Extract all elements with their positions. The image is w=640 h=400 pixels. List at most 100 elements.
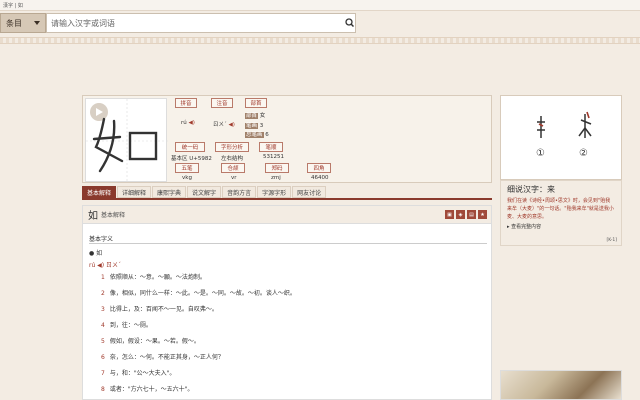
story-page: [K-1] bbox=[606, 238, 617, 243]
pinyin-button-label: 拼音 bbox=[180, 101, 192, 107]
unicode-value: 基本区 U+5982 bbox=[171, 156, 212, 162]
sijiao-value: 46400 bbox=[311, 175, 329, 181]
copy-icon[interactable]: ▣ bbox=[445, 210, 454, 219]
stroke-label-1: ① bbox=[536, 148, 545, 159]
favorite-icon[interactable]: ★ bbox=[478, 210, 487, 219]
entry-pinyin[interactable]: rú ◀) ㄖㄨˊ bbox=[89, 260, 121, 269]
definition-panel: 如 基本解释 ▣ ◈ ▤ ★ 基本字义 ● 如 rú ◀) ㄖㄨˊ 1 依照顺从：… bbox=[82, 205, 492, 400]
definition-item: 7 与，和："公～大夫入"。 bbox=[101, 368, 175, 377]
stroke-code-value: 531251 bbox=[263, 154, 284, 160]
zhuyin-button-label: 注音 bbox=[216, 101, 228, 107]
speaker-icon[interactable]: ◀) bbox=[189, 120, 195, 126]
character-stroke-drawing bbox=[86, 99, 168, 183]
total-strokes-value: 6 bbox=[265, 132, 269, 138]
search-icon bbox=[344, 17, 354, 29]
story-text: 我们在读《诗经•周颂•思文》时，会见到"贻我来牟（大麦）"的一句话。"贻我来牟"… bbox=[507, 198, 614, 220]
def-text: 奈，怎么：～何。不能正其身，～正人何？ bbox=[109, 354, 224, 361]
bishun-button-label: 笔顺 bbox=[265, 145, 277, 151]
zhuyin-value: ㄖㄨˊ bbox=[213, 122, 227, 128]
definition-item: 2 像，相似，同什么一样：～此。～是。～同。～故。～初。谈人～织。 bbox=[101, 288, 296, 297]
search-button[interactable] bbox=[342, 16, 356, 30]
stroke-order-drawing bbox=[537, 111, 592, 138]
entry-char: ● 如 bbox=[89, 250, 103, 257]
zhengma-button-label: 郑码 bbox=[271, 166, 283, 172]
wubi-button[interactable]: 五笔 bbox=[175, 163, 199, 173]
section-title: 基本字义 bbox=[89, 236, 114, 243]
radical-button[interactable]: 部首 bbox=[245, 98, 267, 108]
tab-label: 详细解释 bbox=[122, 189, 147, 197]
tab-label: 康熙字典 bbox=[157, 189, 182, 197]
definition-item: 8 或者："方六七十，～五六十"。 bbox=[101, 384, 193, 393]
share-icon[interactable]: ◈ bbox=[456, 210, 465, 219]
pinyin-button[interactable]: 拼音 bbox=[175, 98, 197, 108]
tab-basic[interactable]: 基本解释 bbox=[82, 186, 117, 198]
illustration-image bbox=[500, 370, 622, 400]
definition-item: 5 假如，假设：～果。～若。假～。 bbox=[101, 336, 200, 345]
def-num: 8 bbox=[101, 386, 105, 393]
cangjie-button[interactable]: 仓颉 bbox=[221, 163, 245, 173]
definition-item: 1 依照顺从：～意。～願。～法炮制。 bbox=[101, 272, 206, 281]
definition-header: 如 基本解释 ▣ ◈ ▤ ★ bbox=[83, 206, 491, 224]
print-icon[interactable]: ▤ bbox=[467, 210, 476, 219]
speaker-icon[interactable]: ◀) bbox=[229, 122, 235, 128]
total-strokes-label: 总笔画 bbox=[245, 132, 264, 138]
stroke-animation-box bbox=[85, 98, 168, 183]
radical-row: 部首 女 bbox=[245, 111, 265, 119]
definition-item: 4 到，往：～厕。 bbox=[101, 320, 152, 329]
def-text: 比得上，及：百闻不～一见。自叹弗～。 bbox=[109, 306, 218, 313]
cangjie-value: vr bbox=[231, 175, 237, 181]
def-num: 7 bbox=[101, 370, 105, 377]
unicode-button[interactable]: 统一码 bbox=[175, 142, 205, 152]
header-actions: ▣ ◈ ▤ ★ bbox=[445, 210, 487, 219]
tab-label: 字源字形 bbox=[262, 189, 287, 197]
title-strip-text: 漢字 | 如 bbox=[3, 3, 23, 9]
tab-detailed[interactable]: 详细解释 bbox=[117, 186, 152, 198]
def-text: 或者："方六七十，～五六十"。 bbox=[109, 386, 194, 393]
tab-label: 说文解字 bbox=[192, 189, 217, 197]
wubi-button-label: 五笔 bbox=[181, 166, 193, 172]
tab-shuowen[interactable]: 说文解字 bbox=[187, 186, 222, 198]
def-text: 到，往：～厕。 bbox=[109, 322, 152, 329]
total-strokes-row: 总笔画 6 bbox=[245, 130, 269, 138]
search-type-label: 条目 bbox=[6, 18, 22, 28]
tab-discussion[interactable]: 网友讨论 bbox=[292, 186, 327, 198]
def-num: 6 bbox=[101, 354, 105, 361]
strokes-row: 笔画 3 bbox=[245, 121, 263, 129]
radical-label: 部首 bbox=[245, 113, 259, 119]
bishun-button[interactable]: 笔顺 bbox=[259, 142, 283, 152]
tab-phonology[interactable]: 音韵方言 bbox=[222, 186, 257, 198]
def-text: 依照顺从：～意。～願。～法炮制。 bbox=[109, 274, 206, 281]
story-more-link[interactable]: ▸ 查看完整内容 bbox=[501, 221, 621, 232]
tab-label: 音韵方言 bbox=[227, 189, 252, 197]
stroke-label-2: ② bbox=[579, 148, 588, 159]
character-story-panel: 细说汉字：来 我们在读《诗经•周颂•思文》时，会见到"贻我来牟（大麦）"的一句话… bbox=[500, 180, 622, 246]
zhuyin-text: ㄖㄨˊ ◀) bbox=[213, 120, 235, 128]
search-bar: 条目 bbox=[0, 13, 360, 33]
zhuyin-button[interactable]: 注音 bbox=[211, 98, 233, 108]
search-input[interactable] bbox=[46, 13, 356, 33]
stroke-analysis-button-label: 字形分析 bbox=[220, 145, 243, 151]
stroke-analysis-button[interactable]: 字形分析 bbox=[215, 142, 249, 152]
definition-item: 3 比得上，及：百闻不～一见。自叹弗～。 bbox=[101, 304, 218, 313]
tab-etymology[interactable]: 字源字形 bbox=[257, 186, 292, 198]
zhengma-button[interactable]: 郑码 bbox=[265, 163, 289, 173]
header-char: 如 bbox=[88, 211, 98, 222]
tab-kangxi[interactable]: 康熙字典 bbox=[152, 186, 187, 198]
character-card: 拼音 注音 部首 rú ◀) ㄖㄨˊ ◀) 部首 女 笔画 3 总笔画 6 统一… bbox=[82, 95, 492, 183]
radical-value: 女 bbox=[259, 113, 266, 119]
tab-label: 基本解释 bbox=[87, 189, 112, 197]
def-text: 与，和："公～大夫入"。 bbox=[109, 370, 176, 377]
def-text: 假如，假设：～果。～若。假～。 bbox=[109, 338, 200, 345]
definition-item: 6 奈，怎么：～何。不能正其身，～正人何？ bbox=[101, 352, 224, 361]
def-num: 1 bbox=[101, 274, 105, 281]
header-title: 基本解释 bbox=[101, 212, 126, 219]
sijiao-button[interactable]: 四角 bbox=[307, 163, 331, 173]
strokes-label: 笔画 bbox=[245, 123, 259, 129]
search-type-dropdown[interactable]: 条目 bbox=[0, 13, 46, 33]
zhengma-value: zmj bbox=[271, 175, 281, 181]
section-divider bbox=[89, 243, 487, 244]
unicode-button-label: 统一码 bbox=[181, 145, 199, 151]
wubi-value: vkg bbox=[182, 175, 192, 181]
def-num: 2 bbox=[101, 290, 105, 297]
def-num: 4 bbox=[101, 322, 105, 329]
